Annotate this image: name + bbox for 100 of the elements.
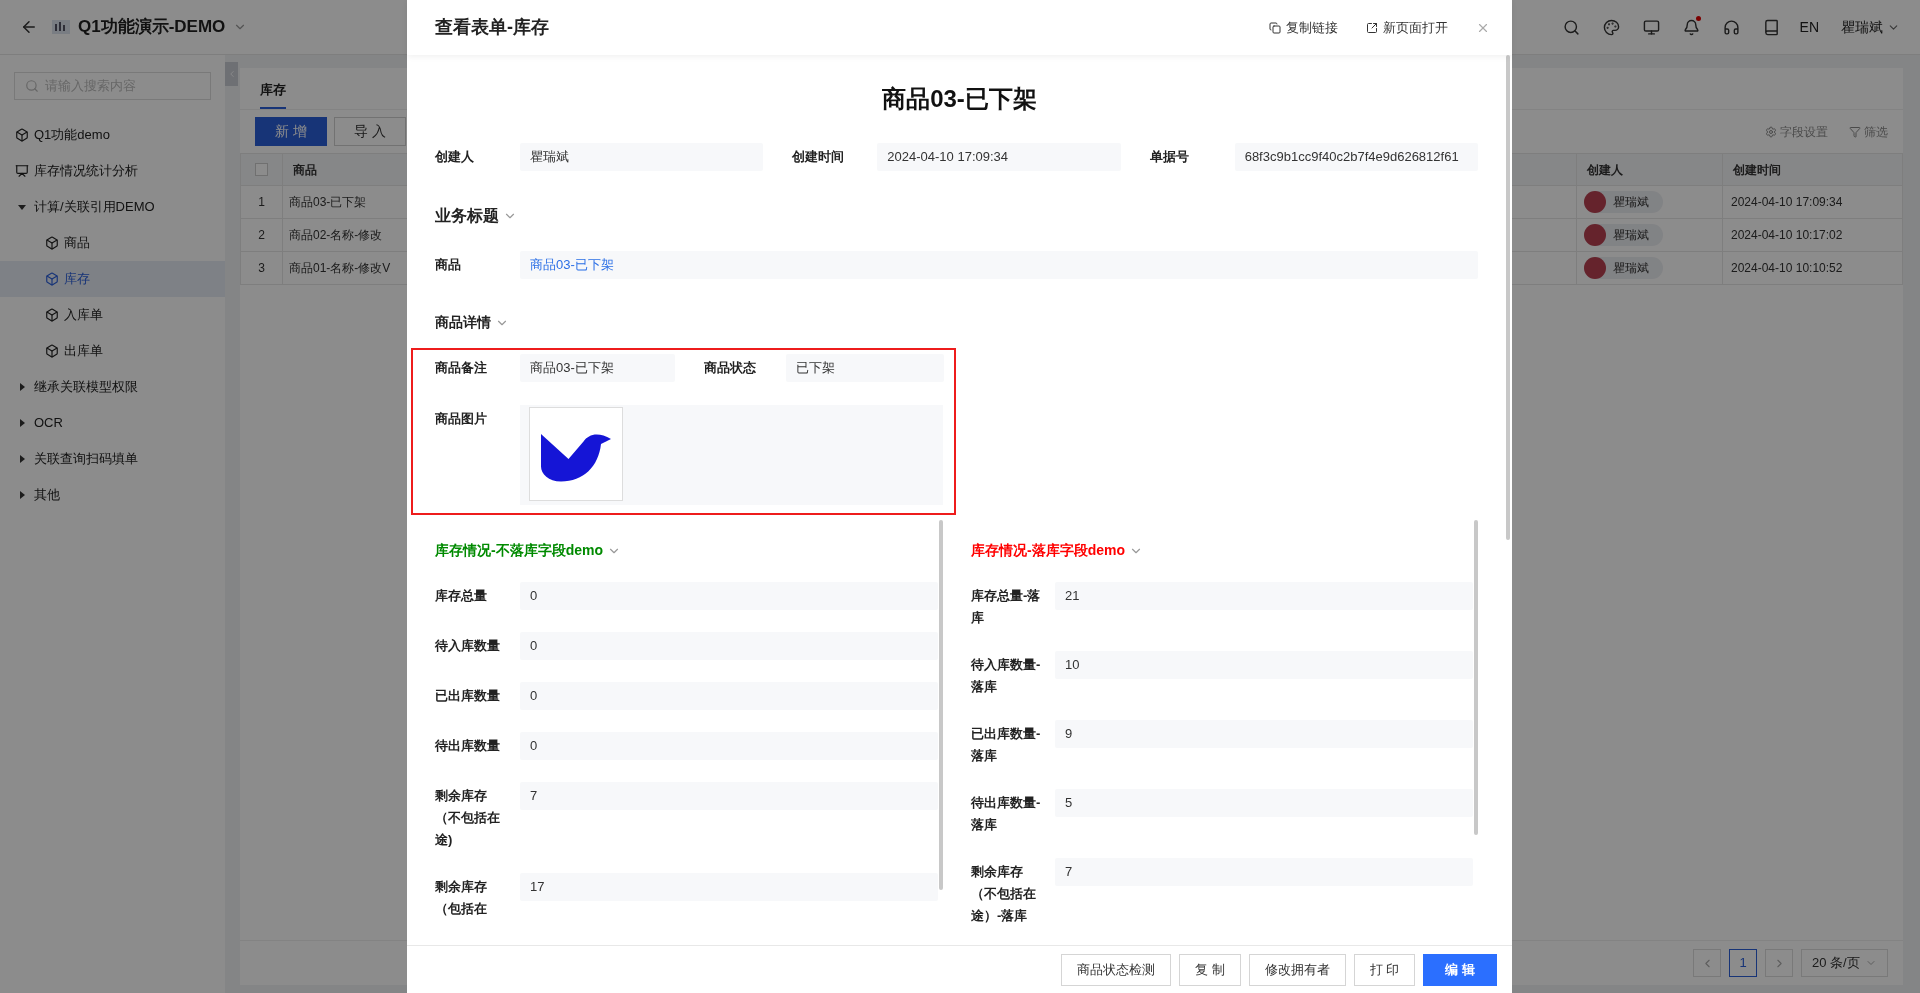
page-size-select[interactable]: 20 条/页 (1801, 949, 1888, 977)
table-cell: 2024-04-10 10:17:02 (1723, 219, 1903, 252)
user-chip: 瞿瑞斌 (1584, 224, 1663, 246)
field-label: 商品 (435, 256, 462, 274)
tab[interactable]: 库存 (260, 79, 286, 109)
user-chip: 瞿瑞斌 (1584, 257, 1663, 279)
field-value: 0 (520, 682, 938, 710)
collapse-handle[interactable] (225, 62, 238, 86)
sidebar-item[interactable]: 入库单 (0, 297, 225, 333)
table-cell: 3 (240, 252, 283, 285)
sidebar-item[interactable]: Q1功能demo (0, 117, 225, 153)
open-new-page-button[interactable]: 新页面打开 (1366, 17, 1448, 38)
field-label: 剩余库存（不包括在途）-落库 (971, 863, 1037, 925)
select-all-checkbox[interactable] (255, 163, 268, 176)
field-value: 2024-04-10 17:09:34 (877, 143, 1121, 171)
app-title: Q1功能演示-DEMO (78, 16, 226, 39)
scrollbar[interactable] (1506, 55, 1510, 540)
sidebar-item[interactable]: OCR (0, 405, 225, 441)
cube-icon (15, 128, 29, 142)
page-button[interactable]: 1 (1729, 949, 1757, 977)
field-value: 5 (1055, 789, 1473, 817)
field-value: 21 (1055, 582, 1473, 610)
sidebar-item[interactable]: 库存情况统计分析 (0, 153, 225, 189)
field-value: 17 (520, 873, 938, 901)
caret-icon[interactable] (18, 383, 26, 391)
field-label: 库存总量 (435, 587, 488, 605)
cube-icon (45, 308, 59, 322)
cube-icon (45, 236, 59, 250)
cube-icon (45, 344, 59, 358)
filter-icon (1849, 125, 1861, 138)
caret-icon[interactable] (18, 419, 26, 427)
table-cell: 2024-04-10 10:10:52 (1723, 252, 1903, 285)
field-label: 已出库数量-落库 (971, 725, 1042, 765)
field-value: 0 (520, 732, 938, 760)
field-value: 7 (1055, 858, 1473, 886)
user-chip: 瞿瑞斌 (1584, 191, 1663, 213)
field-label: 待入库数量-落库 (971, 656, 1042, 696)
footer-button[interactable]: 修改拥有者 (1248, 953, 1346, 986)
field-value: 0 (520, 632, 938, 660)
sidebar-item[interactable]: 继承关联模型权限 (0, 369, 225, 405)
section-title: 商品详情 (435, 313, 491, 332)
copy-link-button[interactable]: 复制链接 (1269, 17, 1338, 38)
record-title: 商品03-已下架 (881, 84, 1038, 114)
field-label: 剩余库存（包括在 (435, 878, 488, 918)
section-title: 库存情况-落库字段demo (971, 541, 1125, 560)
sidebar-item[interactable]: 计算/关联引用DEMO (0, 189, 225, 225)
footer-button[interactable]: 复 制 (1179, 953, 1241, 986)
sidebar-item[interactable]: 关联查询扫码填单 (0, 441, 225, 477)
scrollbar[interactable] (939, 520, 943, 890)
field-value: 商品03-已下架 (520, 354, 675, 382)
field-label: 商品图片 (435, 410, 488, 428)
field-value: 已下架 (786, 354, 944, 382)
toolbar-button[interactable]: 导 入 (334, 117, 406, 146)
table-header-cell: 创建人 (1577, 153, 1723, 186)
caret-icon[interactable] (18, 491, 26, 499)
external-link-icon (1366, 21, 1378, 34)
caret-icon[interactable] (18, 455, 26, 463)
scrollbar[interactable] (1474, 520, 1478, 835)
table-cell: 2024-04-10 17:09:34 (1723, 186, 1903, 219)
user-menu[interactable]: 瞿瑞斌 (1841, 16, 1900, 38)
avatar (1584, 191, 1606, 213)
field-value: 10 (1055, 651, 1473, 679)
table-header-cell: 创建时间 (1723, 153, 1903, 186)
back-icon[interactable] (20, 18, 38, 36)
sidebar-item[interactable]: 其他 (0, 477, 225, 513)
field-label: 已出库数量 (435, 687, 501, 705)
language-link[interactable]: EN (1799, 16, 1819, 38)
field-value: 9 (1055, 720, 1473, 748)
field-label: 库存总量-落库 (971, 587, 1042, 627)
avatar (1584, 224, 1606, 246)
field-label: 待出库数量 (435, 737, 501, 755)
field-value: 瞿瑞斌 (520, 143, 764, 171)
field-value: 68f3c9b1cc9f40c2b7f4e9d626812f61 (1234, 143, 1478, 171)
field-label: 待入库数量 (435, 637, 501, 655)
sidebar-item[interactable]: 出库单 (0, 333, 225, 369)
image-thumbnail[interactable] (529, 407, 623, 501)
footer-button[interactable]: 编 辑 (1423, 953, 1497, 986)
footer-button[interactable]: 打 印 (1353, 953, 1416, 986)
app-logo-icon (52, 20, 70, 34)
caret-icon[interactable] (18, 203, 26, 211)
gear-icon (1765, 125, 1777, 138)
field-label: 商品状态 (704, 359, 757, 377)
sidebar-item[interactable]: 商品 (0, 225, 225, 261)
footer-button[interactable]: 商品状态检测 (1061, 953, 1172, 986)
chart-icon (15, 164, 29, 178)
field-value[interactable]: 商品03-已下架 (520, 251, 1478, 279)
toolbar-button[interactable]: 新 增 (255, 117, 327, 146)
table-cell: 2 (240, 219, 283, 252)
cube-icon (45, 272, 59, 286)
field-label: 待出库数量-落库 (971, 794, 1042, 834)
sidebar-item[interactable]: 库存 (0, 261, 225, 297)
dialog-title: 查看表单-库存 (435, 16, 549, 39)
avatar (1584, 257, 1606, 279)
field-value: 0 (520, 582, 938, 610)
field-value: 7 (520, 782, 938, 810)
search-icon (25, 79, 39, 93)
copy-icon (1269, 21, 1281, 34)
field-label: 商品备注 (435, 359, 488, 377)
section-title: 库存情况-不落库字段demo (435, 541, 603, 560)
table-cell: 1 (240, 186, 283, 219)
